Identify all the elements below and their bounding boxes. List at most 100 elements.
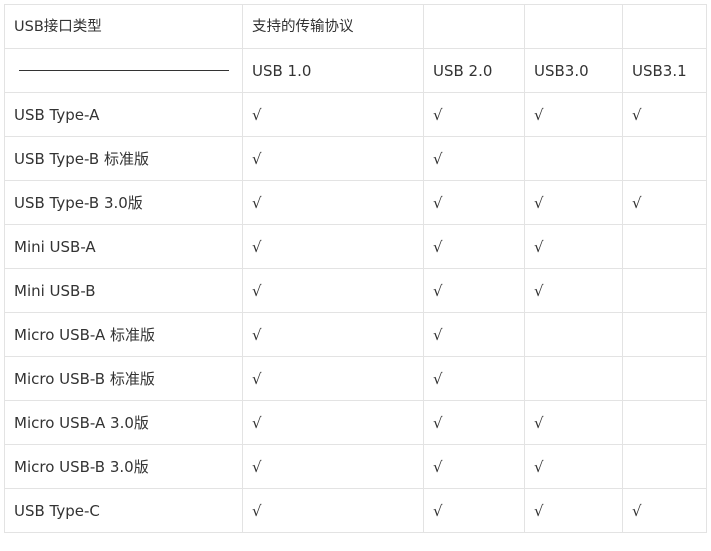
checkmark-icon: √ bbox=[534, 193, 544, 212]
checkmark-icon: √ bbox=[252, 193, 262, 212]
checkmark-icon: √ bbox=[433, 193, 443, 212]
support-cell: √ bbox=[524, 268, 623, 313]
table-row: Micro USB-B 3.0版 √ √ √ bbox=[4, 444, 707, 489]
checkmark-icon: √ bbox=[252, 501, 262, 520]
support-cell: √ bbox=[622, 92, 707, 137]
support-cell: √ bbox=[524, 224, 623, 269]
header-empty-cell bbox=[524, 4, 623, 49]
support-cell: √ bbox=[423, 312, 525, 357]
checkmark-icon: √ bbox=[252, 325, 262, 344]
checkmark-icon: √ bbox=[433, 413, 443, 432]
checkmark-icon: √ bbox=[252, 369, 262, 388]
interface-type-cell: Micro USB-B 标准版 bbox=[4, 356, 243, 401]
support-cell bbox=[524, 312, 623, 357]
table-row: Mini USB-B √ √ √ bbox=[4, 268, 707, 313]
table-row: Micro USB-A 3.0版 √ √ √ bbox=[4, 400, 707, 445]
support-cell: √ bbox=[524, 400, 623, 445]
table-row: USB Type-B 标准版 √ √ bbox=[4, 136, 707, 181]
interface-type-cell: Micro USB-A 标准版 bbox=[4, 312, 243, 357]
checkmark-icon: √ bbox=[433, 457, 443, 476]
support-cell bbox=[622, 224, 707, 269]
support-cell: √ bbox=[423, 224, 525, 269]
support-cell: √ bbox=[524, 444, 623, 489]
interface-type-cell: USB Type-C bbox=[4, 488, 243, 533]
header-empty-cell bbox=[423, 4, 525, 49]
checkmark-icon: √ bbox=[252, 281, 262, 300]
support-cell bbox=[622, 312, 707, 357]
interface-type-cell: USB Type-B 3.0版 bbox=[4, 180, 243, 225]
interface-type-cell: USB Type-B 标准版 bbox=[4, 136, 243, 181]
checkmark-icon: √ bbox=[433, 281, 443, 300]
support-cell: √ bbox=[524, 92, 623, 137]
support-cell: √ bbox=[423, 488, 525, 533]
support-cell bbox=[622, 268, 707, 313]
support-cell: √ bbox=[423, 180, 525, 225]
support-cell: √ bbox=[622, 180, 707, 225]
checkmark-icon: √ bbox=[252, 105, 262, 124]
checkmark-icon: √ bbox=[632, 193, 642, 212]
table-row: USB Type-A √ √ √ √ bbox=[4, 92, 707, 137]
checkmark-icon: √ bbox=[433, 501, 443, 520]
support-cell: √ bbox=[242, 136, 424, 181]
checkmark-icon: √ bbox=[433, 237, 443, 256]
support-cell: √ bbox=[242, 400, 424, 445]
protocol-usb-1-0: USB 1.0 bbox=[242, 48, 424, 93]
support-cell: √ bbox=[242, 268, 424, 313]
usb-interface-table: USB接口类型 支持的传输协议 USB 1.0 USB 2.0 USB3.0 U… bbox=[4, 4, 707, 533]
checkmark-icon: √ bbox=[252, 413, 262, 432]
support-cell bbox=[622, 356, 707, 401]
checkmark-icon: √ bbox=[534, 105, 544, 124]
checkmark-icon: √ bbox=[433, 369, 443, 388]
header-row: USB接口类型 支持的传输协议 bbox=[4, 4, 707, 49]
separator-cell bbox=[4, 48, 243, 93]
separator-line bbox=[19, 70, 229, 71]
interface-type-cell: Mini USB-B bbox=[4, 268, 243, 313]
header-interface-type: USB接口类型 bbox=[4, 4, 243, 49]
interface-type-cell: Mini USB-A bbox=[4, 224, 243, 269]
support-cell: √ bbox=[242, 312, 424, 357]
table-body: USB接口类型 支持的传输协议 USB 1.0 USB 2.0 USB3.0 U… bbox=[4, 4, 707, 533]
support-cell: √ bbox=[242, 488, 424, 533]
support-cell bbox=[622, 444, 707, 489]
protocol-usb-3-1: USB3.1 bbox=[622, 48, 707, 93]
protocol-usb-3-0: USB3.0 bbox=[524, 48, 623, 93]
checkmark-icon: √ bbox=[632, 105, 642, 124]
checkmark-icon: √ bbox=[252, 237, 262, 256]
support-cell: √ bbox=[423, 444, 525, 489]
checkmark-icon: √ bbox=[433, 325, 443, 344]
checkmark-icon: √ bbox=[534, 501, 544, 520]
header-empty-cell bbox=[622, 4, 707, 49]
table-row: Micro USB-A 标准版 √ √ bbox=[4, 312, 707, 357]
support-cell: √ bbox=[524, 180, 623, 225]
support-cell: √ bbox=[423, 356, 525, 401]
checkmark-icon: √ bbox=[534, 281, 544, 300]
support-cell bbox=[622, 400, 707, 445]
support-cell: √ bbox=[423, 400, 525, 445]
support-cell: √ bbox=[622, 488, 707, 533]
support-cell bbox=[524, 356, 623, 401]
checkmark-icon: √ bbox=[534, 457, 544, 476]
support-cell: √ bbox=[423, 268, 525, 313]
support-cell: √ bbox=[242, 92, 424, 137]
table-row: Mini USB-A √ √ √ bbox=[4, 224, 707, 269]
checkmark-icon: √ bbox=[534, 413, 544, 432]
interface-type-cell: Micro USB-B 3.0版 bbox=[4, 444, 243, 489]
interface-type-cell: USB Type-A bbox=[4, 92, 243, 137]
support-cell: √ bbox=[242, 444, 424, 489]
support-cell: √ bbox=[242, 356, 424, 401]
support-cell: √ bbox=[524, 488, 623, 533]
protocol-usb-2-0: USB 2.0 bbox=[423, 48, 525, 93]
checkmark-icon: √ bbox=[632, 501, 642, 520]
support-cell: √ bbox=[242, 180, 424, 225]
support-cell: √ bbox=[423, 92, 525, 137]
support-cell bbox=[622, 136, 707, 181]
table-row: USB Type-C √ √ √ √ bbox=[4, 488, 707, 533]
table-row: Micro USB-B 标准版 √ √ bbox=[4, 356, 707, 401]
checkmark-icon: √ bbox=[252, 457, 262, 476]
checkmark-icon: √ bbox=[433, 105, 443, 124]
support-cell: √ bbox=[242, 224, 424, 269]
interface-type-cell: Micro USB-A 3.0版 bbox=[4, 400, 243, 445]
table-row: USB Type-B 3.0版 √ √ √ √ bbox=[4, 180, 707, 225]
support-cell bbox=[524, 136, 623, 181]
checkmark-icon: √ bbox=[534, 237, 544, 256]
